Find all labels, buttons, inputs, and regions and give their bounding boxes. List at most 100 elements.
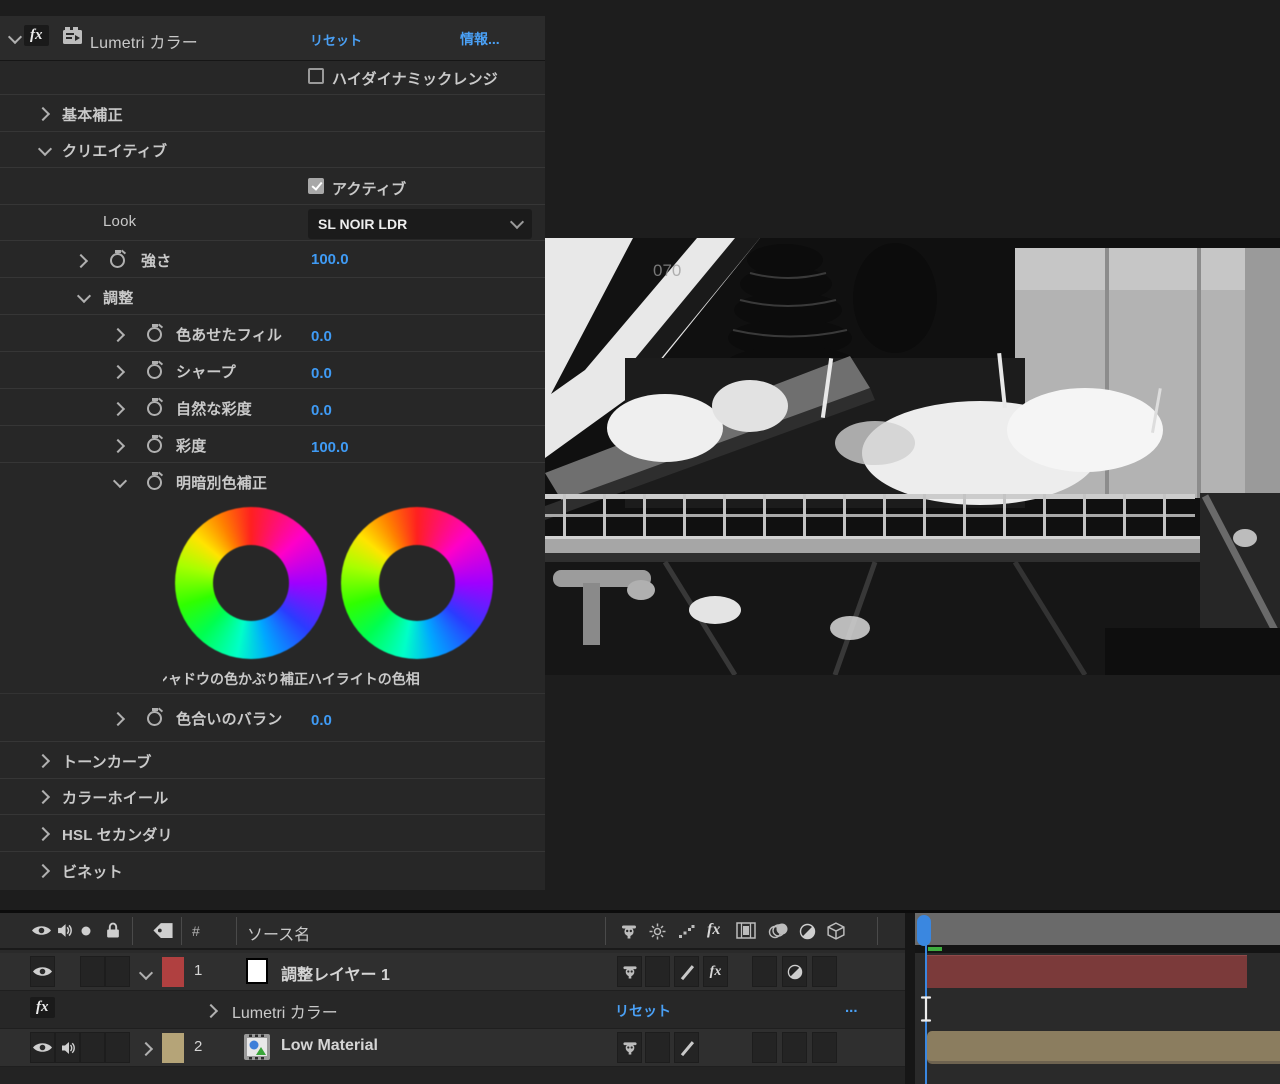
- layer2-quality-toggle[interactable]: [674, 1032, 699, 1063]
- lock-icon[interactable]: [106, 922, 120, 938]
- stopwatch-icon[interactable]: [147, 327, 162, 342]
- layer2-audio-toggle[interactable]: [55, 1032, 80, 1063]
- effect-row-more-button[interactable]: ...: [845, 999, 858, 1016]
- stopwatch-icon[interactable]: [147, 475, 162, 490]
- effect-reset-button[interactable]: リセット: [310, 30, 362, 49]
- chevron-right-icon[interactable]: [36, 827, 50, 841]
- section-color-wheels[interactable]: カラーホイール: [0, 778, 545, 814]
- collapse-transformations-icon[interactable]: [649, 923, 666, 940]
- layer2-shy-toggle[interactable]: [617, 1032, 642, 1063]
- index-column-header[interactable]: #: [192, 923, 200, 939]
- frame-blend-icon[interactable]: [736, 922, 756, 939]
- layer1-quality-toggle[interactable]: [674, 956, 699, 987]
- layer2-lock-cell[interactable]: [105, 1032, 130, 1063]
- effect-title[interactable]: Lumetri カラー: [90, 29, 198, 53]
- layer1-solo-cell[interactable]: [80, 956, 105, 987]
- layer2-collapse-cell[interactable]: [645, 1032, 670, 1063]
- layer1-color-swatch[interactable]: [162, 957, 184, 987]
- intensity-value[interactable]: 100.0: [311, 251, 349, 268]
- layer2-color-swatch[interactable]: [162, 1033, 184, 1063]
- fx-badge[interactable]: fx: [24, 25, 49, 46]
- stopwatch-icon[interactable]: [147, 364, 162, 379]
- sharpen-value[interactable]: 0.0: [311, 365, 332, 382]
- chevron-right-icon[interactable]: [36, 790, 50, 804]
- cube-3d-icon[interactable]: [827, 922, 845, 940]
- layer1-thumbnail[interactable]: [246, 958, 268, 984]
- layer1-collapse-cell[interactable]: [645, 956, 670, 987]
- chevron-down-icon[interactable]: [38, 142, 52, 156]
- effect-info-button[interactable]: 情報...: [460, 29, 500, 49]
- time-ruler[interactable]: [915, 913, 1280, 945]
- look-dropdown[interactable]: SL NOIR LDR: [308, 209, 532, 239]
- chevron-right-icon[interactable]: [36, 864, 50, 878]
- layer2-adjustment-cell[interactable]: [782, 1032, 807, 1063]
- layer1-adjustment-toggle[interactable]: [782, 956, 807, 987]
- stopwatch-icon[interactable]: [147, 401, 162, 416]
- chevron-right-icon[interactable]: [36, 754, 50, 768]
- chevron-right-icon[interactable]: [111, 365, 125, 379]
- layer1-video-toggle[interactable]: [30, 956, 55, 987]
- chevron-down-icon[interactable]: [77, 289, 91, 303]
- layer1-expand-chevron[interactable]: [139, 966, 153, 980]
- layer2-motionblur-cell[interactable]: [752, 1032, 777, 1063]
- effect-collapse-chevron-icon[interactable]: [8, 30, 22, 44]
- layer1-motionblur-cell[interactable]: [752, 956, 777, 987]
- shadow-color-wheel[interactable]: [175, 507, 327, 659]
- active-checkbox[interactable]: [308, 178, 324, 194]
- layer2-solo-cell[interactable]: [80, 1032, 105, 1063]
- section-hsl-secondary[interactable]: HSL セカンダリ: [0, 814, 545, 851]
- vibrance-value[interactable]: 0.0: [311, 402, 332, 419]
- layer1-duration-bar[interactable]: [927, 955, 1247, 988]
- layer2-video-toggle[interactable]: [30, 1032, 55, 1063]
- timeline-pane-divider[interactable]: [905, 913, 915, 1084]
- section-tone-curve[interactable]: トーンカーブ: [0, 741, 545, 778]
- layer1-3d-cell[interactable]: [812, 956, 837, 987]
- solo-icon[interactable]: [81, 926, 91, 936]
- chevron-right-icon[interactable]: [111, 439, 125, 453]
- highlight-color-wheel[interactable]: [341, 507, 493, 659]
- label-tag-icon[interactable]: [152, 922, 174, 939]
- shy-icon[interactable]: [620, 923, 638, 939]
- effect-row-name[interactable]: Lumetri カラー: [232, 999, 338, 1023]
- effects-column-icon[interactable]: fx: [707, 921, 720, 939]
- chevron-right-icon[interactable]: [111, 402, 125, 416]
- chevron-down-icon[interactable]: [113, 474, 127, 488]
- adjust-row[interactable]: 調整: [0, 277, 545, 314]
- chevron-right-icon[interactable]: [36, 107, 50, 121]
- stopwatch-icon[interactable]: [110, 253, 125, 268]
- layer1-name[interactable]: 調整レイヤー 1: [281, 961, 390, 985]
- chevron-right-icon[interactable]: [111, 712, 125, 726]
- faded-film-value[interactable]: 0.0: [311, 328, 332, 345]
- speaker-icon[interactable]: [57, 923, 72, 938]
- layer-row-2[interactable]: 2 Low Material: [0, 1029, 905, 1067]
- layer2-name[interactable]: Low Material: [281, 1037, 378, 1055]
- section-basic-correction[interactable]: 基本補正: [0, 94, 545, 131]
- split-tone-row[interactable]: 明暗別色補正: [0, 462, 545, 499]
- balance-value[interactable]: 0.0: [311, 712, 332, 729]
- chevron-right-icon[interactable]: [111, 328, 125, 342]
- source-name-column-header[interactable]: ソース名: [247, 921, 310, 945]
- effect-expand-chevron[interactable]: [204, 1004, 218, 1018]
- stopwatch-icon[interactable]: [147, 438, 162, 453]
- effect-row-reset-button[interactable]: リセット: [615, 1001, 671, 1021]
- layer2-3d-cell[interactable]: [812, 1032, 837, 1063]
- section-vignette[interactable]: ビネット: [0, 851, 545, 888]
- chevron-right-icon[interactable]: [74, 254, 88, 268]
- layer1-shy-toggle[interactable]: [617, 956, 642, 987]
- section-creative[interactable]: クリエイティブ: [0, 131, 545, 167]
- hdr-checkbox[interactable]: [308, 68, 324, 84]
- effect-row-lumetri[interactable]: fx Lumetri カラー リセット ...: [0, 991, 905, 1029]
- cti-playhead-handle[interactable]: [917, 915, 931, 946]
- stopwatch-icon[interactable]: [147, 711, 162, 726]
- saturation-value[interactable]: 100.0: [311, 439, 349, 456]
- motion-blur-icon[interactable]: [768, 922, 789, 940]
- layer1-fx-toggle[interactable]: fx: [703, 956, 728, 987]
- video-frame[interactable]: 070: [545, 238, 1280, 675]
- layer2-duration-bar[interactable]: [927, 1031, 1280, 1064]
- adjustment-layer-icon[interactable]: [799, 923, 816, 940]
- layer1-lock-cell[interactable]: [105, 956, 130, 987]
- eye-icon[interactable]: [31, 924, 52, 937]
- layer-row-1[interactable]: 1 調整レイヤー 1 fx: [0, 953, 905, 991]
- layer2-expand-chevron[interactable]: [139, 1042, 153, 1056]
- quality-icon[interactable]: [678, 924, 695, 939]
